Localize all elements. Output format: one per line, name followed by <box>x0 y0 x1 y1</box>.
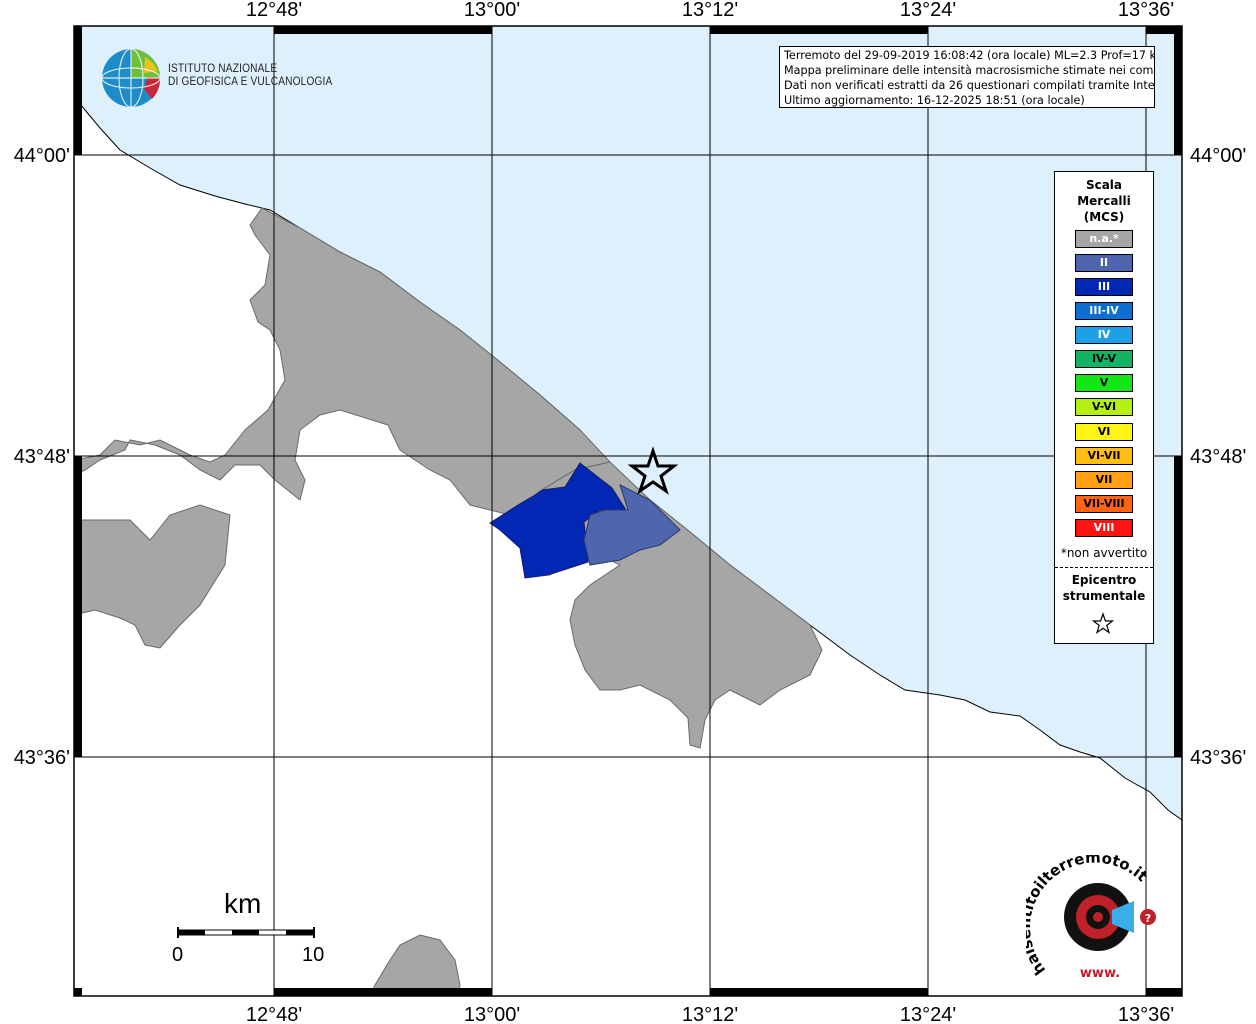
lon-label-bottom-1: 12°48' <box>246 1004 302 1024</box>
legend-item-vii: VII <box>1075 471 1133 489</box>
haisentito-url-prefix: www. <box>1080 966 1120 981</box>
lat-label-right-1: 44°00' <box>1190 145 1246 167</box>
legend-item-v-vi: V-VI <box>1075 398 1133 416</box>
ingv-logo-line2: DI GEOFISICA E VULCANOLOGIA <box>168 76 333 88</box>
lon-label-bottom-4: 13°24' <box>900 1004 956 1024</box>
legend-note: *non avvertito <box>1060 546 1148 560</box>
legend-epicenter-line1: Epicentro <box>1071 573 1137 587</box>
lon-label-top-2: 13°00' <box>464 0 520 21</box>
legend-title-line1: Scala <box>1085 178 1123 192</box>
legend-epicenter-line2: strumentale <box>1062 589 1146 603</box>
legend-item-v: V <box>1075 374 1133 392</box>
legend-item-na: n.a.* <box>1075 230 1133 248</box>
legend-item-iii-iv: III-IV <box>1075 302 1133 320</box>
legend-item-viii: VIII <box>1075 519 1133 537</box>
scale-unit: km <box>224 888 262 919</box>
legend-title: Scala Mercalli (MCS) <box>1055 177 1153 225</box>
legend-title-line2: Mercalli <box>1077 194 1131 208</box>
legend-item-vii-viii: VII-VIII <box>1075 495 1133 513</box>
info-line-4: Ultimo aggiornamento: 16-12-2025 18:51 (… <box>784 94 1085 107</box>
lat-label-left-3: 43°36' <box>14 747 70 769</box>
lat-label-left-1: 44°00' <box>14 145 70 167</box>
legend-item-iv: IV <box>1075 326 1133 344</box>
ingv-logo-line1: ISTITUTO NAZIONALE <box>168 63 278 75</box>
legend-epicenter-label: Epicentro strumentale <box>1055 572 1153 604</box>
event-info-box: Terremoto del 29-09-2019 16:08:42 (ora l… <box>779 46 1155 108</box>
info-line-3: Dati non verificati estratti da 26 quest… <box>784 79 1155 92</box>
legend-item-iv-v: IV-V <box>1075 350 1133 368</box>
intensity-legend: Scala Mercalli (MCS) n.a.* II III III-IV… <box>1054 171 1154 644</box>
globe-icon <box>101 48 161 108</box>
lon-label-top-1: 12°48' <box>246 0 302 21</box>
lon-label-bottom-5: 13°36' <box>1118 1004 1174 1024</box>
lon-label-top-4: 13°24' <box>900 0 956 21</box>
scale-bar-ruler <box>177 927 315 938</box>
lat-label-left-2: 43°48' <box>14 446 70 468</box>
haisentito-logo: haisentitoilterremoto.it ? www. <box>1026 855 1156 981</box>
legend-item-vi-vii: VI-VII <box>1075 447 1133 465</box>
legend-title-line3: (MCS) <box>1083 210 1125 224</box>
legend-star-icon <box>1091 612 1115 635</box>
lon-label-top-3: 13°12' <box>682 0 738 21</box>
legend-divider <box>1055 567 1153 568</box>
lon-label-bottom-2: 13°00' <box>464 1004 520 1024</box>
legend-item-iii: III <box>1075 278 1133 296</box>
lat-label-right-3: 43°36' <box>1190 747 1246 769</box>
legend-item-ii: II <box>1075 254 1133 272</box>
ingv-logo: ISTITUTO NAZIONALE DI GEOFISICA E VULCAN… <box>100 47 360 111</box>
svg-text:?: ? <box>1145 912 1151 925</box>
info-line-1: Terremoto del 29-09-2019 16:08:42 (ora l… <box>784 49 1155 62</box>
lon-label-bottom-3: 13°12' <box>682 1004 738 1024</box>
scale-bar: km 0 10 <box>168 888 338 968</box>
scale-label-end: 10 <box>302 944 325 966</box>
lat-label-right-2: 43°48' <box>1190 446 1246 468</box>
lon-label-top-5: 13°36' <box>1118 0 1174 21</box>
scale-label-start: 0 <box>172 944 184 966</box>
legend-item-vi: VI <box>1075 423 1133 441</box>
info-line-2: Mappa preliminare delle intensità macros… <box>784 64 1155 77</box>
